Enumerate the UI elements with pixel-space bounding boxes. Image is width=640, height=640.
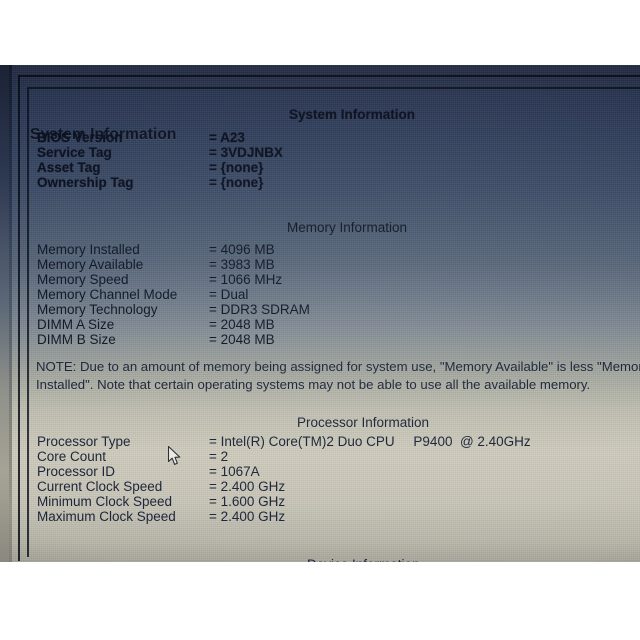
row-minimum-clock-speed: Minimum Clock Speed = 1.600 GHz <box>37 494 285 509</box>
label-bios-version: BIOS Version <box>37 130 123 145</box>
label-dimm-b-size: DIMM B Size <box>37 332 116 347</box>
label-memory-speed: Memory Speed <box>37 272 129 287</box>
memory-note-text: NOTE: Due to an amount of memory being a… <box>36 359 640 392</box>
value-maximum-clock-speed: = 2.400 GHz <box>209 509 286 524</box>
value-current-clock-speed: = 2.400 GHz <box>209 479 286 494</box>
label-memory-channel-mode: Memory Channel Mode <box>37 287 178 302</box>
label-asset-tag: Asset Tag <box>37 160 101 175</box>
label-memory-technology: Memory Technology <box>37 302 158 317</box>
value-processor-type: = Intel(R) Core(TM)2 Duo CPU P9400 @ 2.4… <box>209 434 531 449</box>
row-memory-installed: Memory Installed = 4096 MB <box>37 242 275 257</box>
value-bios-version: = A23 <box>209 130 245 145</box>
label-maximum-clock-speed: Maximum Clock Speed <box>37 509 176 524</box>
row-memory-available: Memory Available = 3983 MB <box>37 257 275 272</box>
label-core-count: Core Count <box>37 449 107 464</box>
row-memory-channel-mode: Memory Channel Mode = Dual <box>37 287 248 302</box>
value-asset-tag: = {none} <box>209 160 264 175</box>
value-memory-available: = 3983 MB <box>209 257 275 272</box>
section-heading-system-information: System Information <box>289 107 416 122</box>
value-core-count: = 2 <box>209 449 229 464</box>
row-current-clock-speed: Current Clock Speed = 2.400 GHz <box>37 479 285 494</box>
section-heading-memory-information: Memory Information <box>287 220 408 235</box>
value-ownership-tag: = {none} <box>209 175 264 190</box>
label-service-tag: Service Tag <box>37 145 112 160</box>
section-heading-device-information: Device Information <box>307 557 420 562</box>
value-memory-speed: = 1066 MHz <box>209 272 283 287</box>
monitor-screen-photo: System Information System Information BI… <box>0 65 640 562</box>
label-current-clock-speed: Current Clock Speed <box>37 479 163 494</box>
value-dimm-b-size: = 2048 MB <box>209 332 275 347</box>
row-core-count: Core Count = 2 <box>37 449 228 464</box>
row-dimm-a-size: DIMM A Size = 2048 MB <box>37 317 275 332</box>
value-minimum-clock-speed: = 1.600 GHz <box>209 494 286 509</box>
label-memory-installed: Memory Installed <box>37 242 140 257</box>
bios-system-information-screenshot: System Information System Information BI… <box>0 0 640 640</box>
value-service-tag: = 3VDJNBX <box>209 145 283 160</box>
row-memory-speed: Memory Speed = 1066 MHz <box>37 272 282 287</box>
row-ownership-tag: Ownership Tag = {none} <box>37 175 263 190</box>
row-dimm-b-size: DIMM B Size = 2048 MB <box>37 332 275 347</box>
screen-left-bezel-edge <box>9 65 12 562</box>
label-processor-id: Processor ID <box>37 464 116 479</box>
value-memory-channel-mode: = Dual <box>209 287 249 302</box>
label-memory-available: Memory Available <box>37 257 144 272</box>
label-ownership-tag: Ownership Tag <box>37 175 134 190</box>
label-minimum-clock-speed: Minimum Clock Speed <box>37 494 173 509</box>
row-memory-technology: Memory Technology = DDR3 SDRAM <box>37 302 310 317</box>
row-asset-tag: Asset Tag = {none} <box>37 160 263 175</box>
row-maximum-clock-speed: Maximum Clock Speed = 2.400 GHz <box>37 509 285 524</box>
label-processor-type: Processor Type <box>37 434 131 449</box>
row-processor-id: Processor ID = 1067A <box>37 464 260 479</box>
value-memory-installed: = 4096 MB <box>209 242 275 257</box>
section-heading-processor-information: Processor Information <box>297 415 430 430</box>
row-bios-version: BIOS Version = A23 <box>37 130 245 145</box>
value-memory-technology: = DDR3 SDRAM <box>209 302 310 317</box>
value-processor-id: = 1067A <box>209 464 260 479</box>
row-processor-type: Processor Type = Intel(R) Core(TM)2 Duo C… <box>37 434 531 449</box>
screen-left-bezel <box>0 65 9 562</box>
row-service-tag: Service Tag = 3VDJNBX <box>37 145 283 160</box>
value-dimm-a-size: = 2048 MB <box>209 317 275 332</box>
label-dimm-a-size: DIMM A Size <box>37 317 115 332</box>
bios-content-pane: System Information BIOS Version = A23 Ser… <box>27 87 640 562</box>
